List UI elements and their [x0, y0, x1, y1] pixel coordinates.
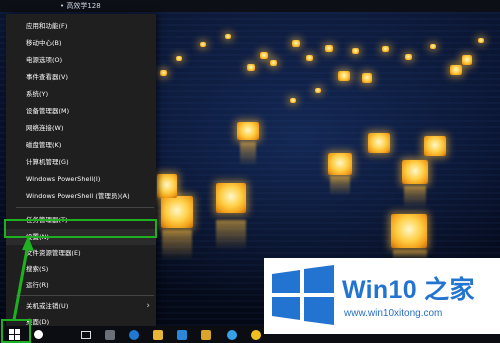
lantern	[450, 65, 462, 75]
menu-item-label: 关机或注销(U)	[26, 302, 69, 310]
lantern-reflection	[216, 220, 246, 250]
menu-item-network-connections[interactable]: 网络连接(W)	[6, 120, 156, 136]
menu-item-shutdown[interactable]: 关机或注销(U) ›	[6, 298, 156, 314]
menu-item-system[interactable]: 系统(Y)	[6, 86, 156, 102]
submenu-chevron-icon: ›	[146, 301, 150, 311]
lantern	[200, 42, 206, 47]
menu-item-label: 应用和功能(F)	[26, 22, 68, 30]
edge-icon	[129, 329, 139, 340]
menu-item-powershell-admin[interactable]: Windows PowerShell (管理员)(A)	[6, 188, 156, 204]
menu-item-label: 设备管理器(M)	[26, 107, 70, 115]
brand-title-suffix: 之家	[416, 276, 475, 304]
lantern	[424, 136, 446, 156]
lantern	[247, 64, 255, 71]
menu-item-computer-management[interactable]: 计算机管理(G)	[6, 154, 156, 170]
menu-item-label: 文件资源管理器(E)	[26, 249, 81, 257]
folder-button[interactable]	[196, 327, 216, 342]
lantern	[315, 88, 321, 93]
menu-item-event-viewer[interactable]: 事件查看器(V)	[6, 69, 156, 85]
lantern	[176, 56, 182, 61]
top-strip: • 高效学128	[0, 0, 500, 12]
lantern	[157, 174, 177, 198]
cortana-icon	[33, 330, 43, 339]
menu-item-label: 网络连接(W)	[26, 124, 64, 132]
lantern	[402, 160, 428, 184]
lantern	[290, 98, 296, 103]
menu-item-apps-features[interactable]: 应用和功能(F)	[6, 18, 156, 34]
menu-item-file-explorer[interactable]: 文件资源管理器(E)	[6, 245, 156, 261]
menu-item-mobility-center[interactable]: 移动中心(B)	[6, 35, 156, 51]
lantern	[160, 70, 167, 76]
menu-item-label: Windows PowerShell(I)	[26, 175, 101, 183]
brand-url: www.win10xitong.com	[344, 308, 443, 319]
lantern	[352, 48, 359, 54]
lantern	[325, 45, 333, 52]
lantern	[338, 71, 350, 81]
lantern	[225, 34, 231, 39]
file-explorer-button[interactable]	[148, 327, 168, 342]
top-strip-text: • 高效学128	[60, 2, 101, 10]
lantern	[328, 153, 352, 175]
store-button[interactable]	[172, 327, 192, 342]
lantern	[391, 214, 427, 248]
menu-item-run[interactable]: 运行(R)	[6, 277, 156, 293]
menu-item-label: 运行(R)	[26, 281, 49, 289]
menu-item-label: 移动中心(B)	[26, 39, 62, 47]
menu-item-power-options[interactable]: 电源选项(O)	[6, 52, 156, 68]
media-icon	[251, 329, 261, 340]
lantern	[405, 54, 412, 60]
windows-logo-icon	[272, 265, 334, 325]
lantern	[292, 40, 300, 47]
menu-item-search[interactable]: 搜索(S)	[6, 261, 156, 277]
menu-item-device-manager[interactable]: 设备管理器(M)	[6, 103, 156, 119]
lantern	[368, 133, 390, 153]
menu-item-label: 磁盘管理(K)	[26, 141, 62, 149]
task-view-button[interactable]	[76, 327, 96, 342]
menu-separator	[16, 295, 154, 296]
brand-banner: Win10 之家 www.win10xitong.com	[264, 258, 500, 334]
settings-highlight-box	[4, 219, 157, 238]
lantern	[306, 55, 313, 61]
menu-item-label: Windows PowerShell (管理员)(A)	[26, 192, 130, 200]
lantern-reflection	[240, 142, 256, 166]
lantern-reflection	[330, 176, 350, 196]
menu-item-label: 搜索(S)	[26, 265, 49, 273]
file-explorer-icon	[153, 329, 163, 340]
cortana-button[interactable]	[28, 327, 48, 342]
ie-button[interactable]	[222, 327, 242, 342]
lantern-reflection	[162, 230, 192, 260]
folder-icon	[201, 329, 211, 340]
task-view-icon	[81, 330, 91, 339]
menu-item-label: 系统(Y)	[26, 90, 49, 98]
edge-button[interactable]	[124, 327, 144, 342]
lantern	[216, 183, 246, 213]
lantern	[362, 73, 372, 83]
brand-title-prefix: Win10	[342, 276, 417, 304]
settings-taskbar-button[interactable]	[100, 327, 120, 342]
menu-item-powershell[interactable]: Windows PowerShell(I)	[6, 171, 156, 187]
lantern	[237, 122, 259, 140]
lantern	[430, 44, 436, 49]
store-icon	[177, 329, 187, 340]
settings-icon	[105, 329, 115, 340]
menu-item-label: 电源选项(O)	[26, 56, 63, 64]
lantern	[161, 196, 193, 228]
lantern	[382, 46, 389, 52]
menu-item-label: 计算机管理(G)	[26, 158, 69, 166]
lantern-reflection	[404, 186, 426, 208]
lantern	[462, 55, 472, 65]
start-context-menu: 应用和功能(F) 移动中心(B) 电源选项(O) 事件查看器(V) 系统(Y) …	[6, 14, 156, 326]
lantern	[260, 52, 268, 59]
menu-separator	[16, 207, 154, 208]
menu-item-label: 事件查看器(V)	[26, 73, 69, 81]
lantern	[478, 38, 484, 43]
brand-title: Win10 之家	[342, 270, 475, 306]
ie-icon	[227, 329, 237, 340]
start-button-highlight-box	[1, 319, 31, 343]
media-button[interactable]	[246, 327, 266, 342]
lantern	[270, 60, 277, 66]
menu-item-disk-management[interactable]: 磁盘管理(K)	[6, 137, 156, 153]
